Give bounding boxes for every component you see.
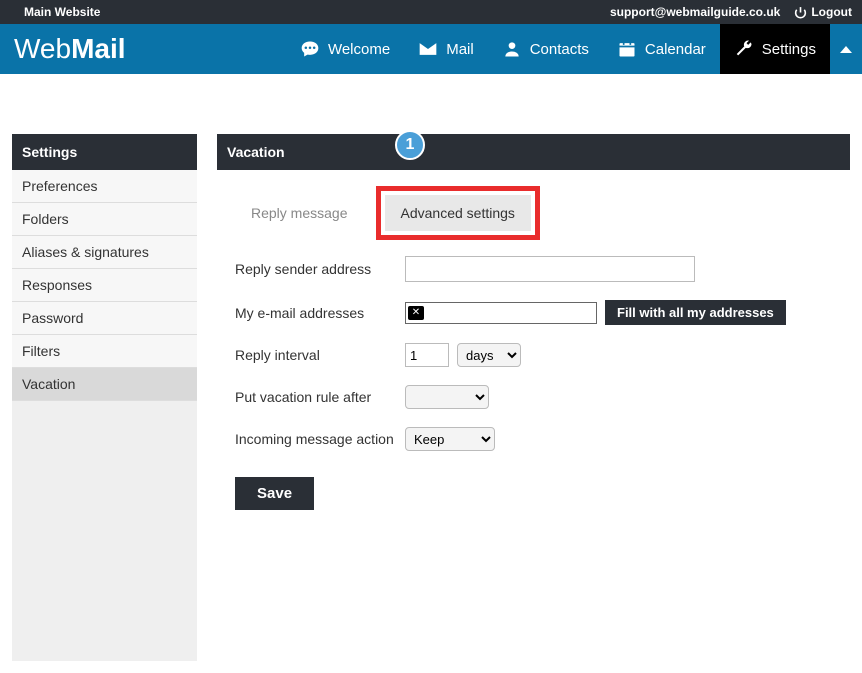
- sidebar-item-filters[interactable]: Filters: [12, 335, 197, 368]
- topbar: Main Website support@webmailguide.co.uk …: [0, 0, 862, 24]
- support-email-link[interactable]: support@webmailguide.co.uk: [610, 5, 780, 19]
- logo-part2: Mail: [71, 33, 125, 65]
- reply-interval-input[interactable]: [405, 343, 449, 367]
- logout-label: Logout: [811, 5, 852, 19]
- chat-icon: [300, 39, 320, 59]
- nav-settings-label: Settings: [762, 41, 816, 58]
- sidebar: Settings Preferences Folders Aliases & s…: [12, 134, 197, 661]
- save-button[interactable]: Save: [235, 477, 314, 510]
- sidebar-item-vacation[interactable]: Vacation: [12, 368, 197, 401]
- sidebar-item-aliases[interactable]: Aliases & signatures: [12, 236, 197, 269]
- content: Settings Preferences Folders Aliases & s…: [0, 74, 862, 673]
- nav-contacts[interactable]: Contacts: [488, 24, 603, 74]
- tab-reply-message[interactable]: Reply message: [235, 195, 364, 231]
- sidebar-item-responses[interactable]: Responses: [12, 269, 197, 302]
- person-icon: [502, 39, 522, 59]
- form: Reply sender address My e-mail addresses…: [217, 250, 850, 510]
- sidebar-item-preferences[interactable]: Preferences: [12, 170, 197, 203]
- logout-link[interactable]: Logout: [794, 5, 852, 19]
- step-badge: 1: [395, 130, 425, 160]
- main-website-link[interactable]: Main Website: [24, 5, 100, 19]
- tag-remove-icon[interactable]: ✕: [408, 306, 424, 320]
- put-after-label: Put vacation rule after: [235, 389, 405, 405]
- incoming-action-select[interactable]: Keep: [405, 427, 495, 451]
- navbar: WebMail Welcome Mail Contacts Calendar S…: [0, 24, 862, 74]
- reply-interval-unit-select[interactable]: days: [457, 343, 521, 367]
- nav-calendar-label: Calendar: [645, 41, 706, 58]
- logo[interactable]: WebMail: [0, 24, 140, 74]
- nav-welcome-label: Welcome: [328, 41, 390, 58]
- tabs: Reply message Advanced settings: [235, 186, 850, 240]
- nav-mail[interactable]: Mail: [404, 24, 488, 74]
- nav-settings[interactable]: Settings: [720, 24, 830, 74]
- caret-up-icon: [840, 46, 852, 53]
- nav-calendar[interactable]: Calendar: [603, 24, 720, 74]
- logo-part1: Web: [14, 33, 71, 65]
- incoming-action-label: Incoming message action: [235, 431, 405, 447]
- sidebar-item-folders[interactable]: Folders: [12, 203, 197, 236]
- main-title-bar: Vacation 1: [217, 134, 850, 170]
- tab-advanced-settings[interactable]: Advanced settings: [385, 195, 531, 231]
- sidebar-title: Settings: [12, 134, 197, 170]
- reply-sender-input[interactable]: [405, 256, 695, 282]
- main-panel: Vacation 1 Reply message Advanced settin…: [217, 134, 850, 661]
- calendar-icon: [617, 39, 637, 59]
- nav-caret[interactable]: [830, 24, 862, 74]
- nav-contacts-label: Contacts: [530, 41, 589, 58]
- main-title: Vacation: [227, 144, 285, 160]
- wrench-icon: [734, 39, 754, 59]
- sidebar-item-password[interactable]: Password: [12, 302, 197, 335]
- put-after-select[interactable]: [405, 385, 489, 409]
- power-icon: [794, 6, 807, 19]
- reply-interval-label: Reply interval: [235, 347, 405, 363]
- tab-highlight: Advanced settings: [376, 186, 540, 240]
- nav-welcome[interactable]: Welcome: [286, 24, 404, 74]
- fill-all-addresses-button[interactable]: Fill with all my addresses: [605, 300, 786, 325]
- email-addresses-label: My e-mail addresses: [235, 305, 405, 321]
- email-addresses-input[interactable]: ✕: [405, 302, 597, 324]
- nav-mail-label: Mail: [446, 41, 474, 58]
- reply-sender-label: Reply sender address: [235, 261, 405, 277]
- envelope-icon: [418, 39, 438, 59]
